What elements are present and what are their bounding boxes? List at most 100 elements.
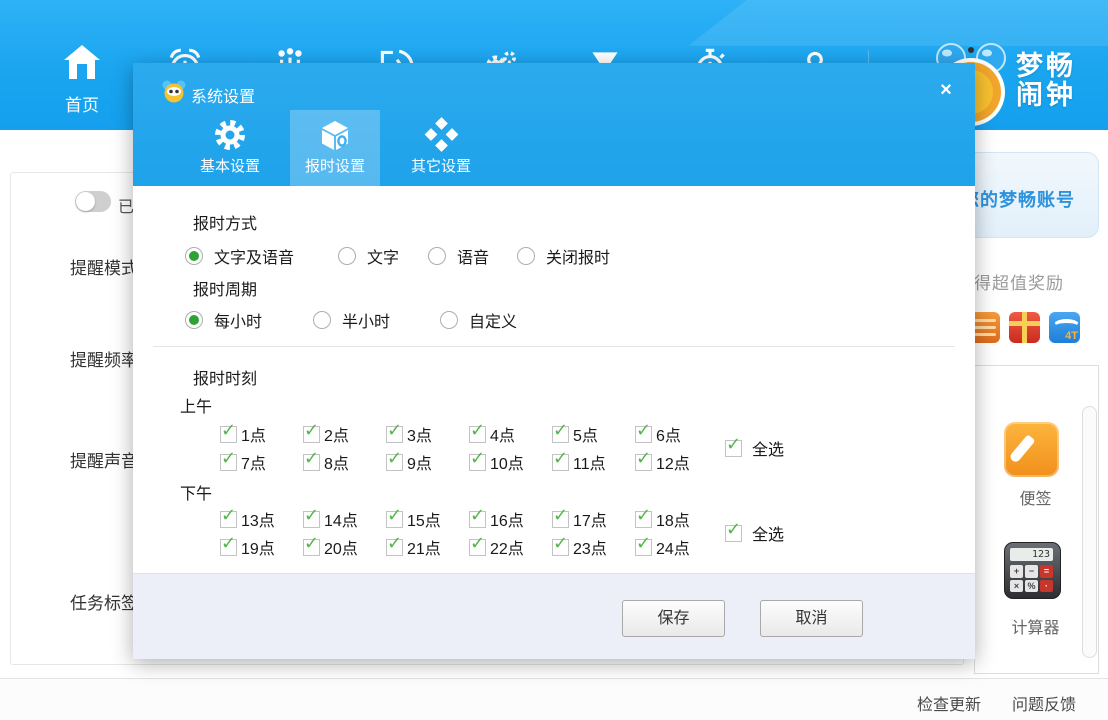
note-icon[interactable]: [1004, 422, 1059, 477]
checkbox-hour-11[interactable]: 11点: [552, 450, 635, 474]
checkbox-hour-6[interactable]: 6点: [635, 422, 718, 446]
radio-announce-off[interactable]: 关闭报时: [517, 246, 610, 266]
checkbox-label: 18点: [656, 507, 690, 531]
gift-icon[interactable]: [1009, 312, 1040, 343]
checkbox-hour-3[interactable]: 3点: [386, 422, 469, 446]
checkbox-label: 19点: [241, 535, 275, 559]
radio-dot: [313, 311, 331, 329]
radio-text[interactable]: 文字: [338, 246, 399, 266]
checkbox-hour-13[interactable]: 13点: [220, 507, 303, 531]
label-remind-mode: 提醒模式: [70, 254, 138, 279]
checkbox-hour-15[interactable]: 15点: [386, 507, 469, 531]
app-logo-text: 梦畅 闹钟: [1016, 52, 1076, 110]
radio-voice[interactable]: 语音: [428, 246, 489, 266]
checkbox-label: 13点: [241, 507, 275, 531]
radio-every-hour[interactable]: 每小时: [185, 310, 262, 330]
checkbox: [552, 426, 569, 443]
checkbox: [220, 511, 237, 528]
checkbox-hour-18[interactable]: 18点: [635, 507, 718, 531]
checkbox-hour-2[interactable]: 2点: [303, 422, 386, 446]
tab-announce-label: 报时设置: [290, 155, 380, 176]
calculator-keys: +−=×%·: [1010, 565, 1053, 592]
checkbox-hour-9[interactable]: 9点: [386, 450, 469, 474]
checkbox-hour-17[interactable]: 17点: [552, 507, 635, 531]
cancel-button[interactable]: 取消: [760, 600, 863, 637]
dialog-footer: 保存 取消: [133, 573, 975, 659]
checkbox: [725, 525, 742, 542]
app-window: 首页 注册 登录: [0, 0, 1108, 720]
checkbox-label: 24点: [656, 535, 690, 559]
checkbox-label: 21点: [407, 535, 441, 559]
checkbox: [725, 440, 742, 457]
dialog-close-icon[interactable]: ×: [933, 77, 959, 103]
checkbox: [303, 511, 320, 528]
tab-other-settings[interactable]: 其它设置: [396, 110, 486, 186]
radio-half-hour[interactable]: 半小时: [313, 310, 390, 330]
checkbox-label: 17点: [573, 507, 607, 531]
checkbox: [469, 539, 486, 556]
select-all-label: 全选: [752, 521, 784, 545]
check-update-link[interactable]: 检查更新: [917, 691, 981, 715]
cube-icon: [290, 117, 380, 153]
checkbox-label: 4点: [490, 422, 515, 446]
checkbox: [303, 426, 320, 443]
checkbox-hour-24[interactable]: 24点: [635, 535, 718, 559]
checkbox-hour-1[interactable]: 1点: [220, 422, 303, 446]
bottom-bar: 检查更新 问题反馈: [0, 678, 1108, 720]
checkbox: [220, 539, 237, 556]
checkbox: [552, 511, 569, 528]
checkbox-hour-19[interactable]: 19点: [220, 535, 303, 559]
pm-row2: 19点 20点 21点 22点 23点 24点: [220, 535, 718, 559]
checkbox: [386, 426, 403, 443]
radio-dot: [440, 311, 458, 329]
promo-4t-icon[interactable]: 4T: [1049, 312, 1080, 343]
tab-basic-settings[interactable]: 基本设置: [185, 110, 275, 186]
checkbox-hour-10[interactable]: 10点: [469, 450, 552, 474]
checkbox-hour-14[interactable]: 14点: [303, 507, 386, 531]
radio-custom[interactable]: 自定义: [440, 310, 517, 330]
checkbox-hour-16[interactable]: 16点: [469, 507, 552, 531]
checkbox-label: 20点: [324, 535, 358, 559]
mute-toggle[interactable]: [75, 191, 111, 212]
calculator-icon[interactable]: 123 +−=×%·: [1004, 542, 1061, 599]
checkbox-label: 8点: [324, 450, 349, 474]
home-icon: [61, 69, 103, 86]
select-all-label: 全选: [752, 436, 784, 460]
radio-text-and-voice[interactable]: 文字及语音: [185, 246, 294, 266]
checkbox-hour-21[interactable]: 21点: [386, 535, 469, 559]
checkbox-hour-22[interactable]: 22点: [469, 535, 552, 559]
tab-announce-settings[interactable]: 报时设置: [290, 110, 380, 186]
checkbox: [303, 539, 320, 556]
nav-item-home[interactable]: 首页: [50, 42, 114, 122]
am-label: 上午: [180, 393, 212, 417]
checkbox-label: 6点: [656, 422, 681, 446]
checkbox: [635, 511, 652, 528]
calculator-screen: 123: [1010, 548, 1053, 561]
checkbox: [386, 511, 403, 528]
checkbox-label: 10点: [490, 450, 524, 474]
checkbox-hour-8[interactable]: 8点: [303, 450, 386, 474]
checkbox-hour-20[interactable]: 20点: [303, 535, 386, 559]
feedback-link[interactable]: 问题反馈: [1012, 691, 1076, 715]
pm-select-all[interactable]: 全选: [725, 521, 784, 545]
right-scrollbar[interactable]: [1082, 406, 1097, 658]
checkbox-label: 22点: [490, 535, 524, 559]
checkbox: [552, 539, 569, 556]
checkbox-hour-12[interactable]: 12点: [635, 450, 718, 474]
checkbox-hour-5[interactable]: 5点: [552, 422, 635, 446]
calculator-label: 计算器: [974, 614, 1097, 638]
pencil-glyph: [1009, 434, 1036, 463]
nav-home-label: 首页: [50, 91, 114, 116]
am-select-all[interactable]: 全选: [725, 436, 784, 460]
checkbox-hour-23[interactable]: 23点: [552, 535, 635, 559]
announce-times-label: 报时时刻: [193, 365, 257, 389]
save-button[interactable]: 保存: [622, 600, 725, 637]
checkbox: [635, 454, 652, 471]
checkbox: [220, 426, 237, 443]
checkbox: [469, 454, 486, 471]
checkbox-hour-4[interactable]: 4点: [469, 422, 552, 446]
radio-dot: [517, 247, 535, 265]
checkbox: [469, 511, 486, 528]
radio-label: 文字及语音: [214, 244, 294, 268]
checkbox-hour-7[interactable]: 7点: [220, 450, 303, 474]
